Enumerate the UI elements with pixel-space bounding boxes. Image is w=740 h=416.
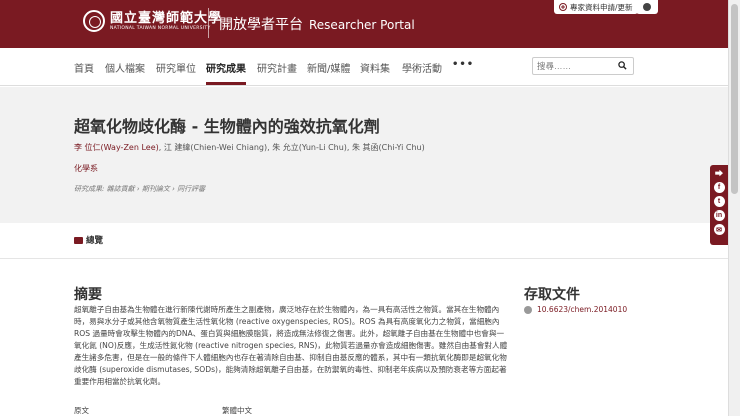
nav-item-research-output[interactable]: 研究成果 [206, 60, 246, 75]
header-divider [208, 8, 209, 38]
more-menu-icon[interactable]: ••• [452, 59, 474, 70]
tab-overview[interactable]: 總覽 [74, 234, 103, 246]
author-list: 李 位仁(Way-Zen Lee), 江 建緯(Chien-Wei Chiang… [74, 142, 425, 153]
facebook-icon[interactable]: f [713, 182, 725, 193]
nav-item-activities[interactable]: 學術活動 [402, 60, 442, 75]
co-authors: , 江 建緯(Chien-Wei Chiang), 朱 允立(Yun-Li Ch… [158, 143, 425, 152]
share-icon[interactable]: ⮕ [714, 168, 725, 179]
university-logo[interactable]: 國立臺灣師範大學 NATIONAL TAIWAN NORMAL UNIVERSI… [83, 10, 222, 32]
doi-link[interactable]: 10.6623/chem.2014010 [524, 305, 627, 314]
search-box [532, 57, 634, 75]
nav-item-home[interactable]: 首頁 [74, 60, 94, 75]
portal-title-en: Researcher Portal [309, 18, 415, 32]
logo-english-name: NATIONAL TAIWAN NORMAL UNIVERSITY [110, 25, 211, 31]
nav-item-projects[interactable]: 研究計畫 [257, 60, 297, 75]
twitter-icon[interactable]: t [713, 196, 725, 207]
department-link[interactable]: 化學系 [74, 163, 98, 174]
site-header: 國立臺灣師範大學 NATIONAL TAIWAN NORMAL UNIVERSI… [0, 0, 728, 48]
abstract-heading: 摘要 [74, 287, 102, 303]
linkedin-icon[interactable]: in [713, 210, 725, 221]
page-scrollbar[interactable] [728, 0, 740, 416]
tab-overview-label: 總覽 [86, 236, 104, 246]
nav-item-press-media[interactable]: 新聞/媒體 [307, 60, 350, 75]
globe-icon [643, 3, 651, 11]
content-tab-bar: 總覽 [0, 223, 728, 259]
output-type: 研究成果: 雜誌貢獻 › 期刊論文 › 同行評審 [74, 185, 206, 193]
nav-item-profiles[interactable]: 個人檔案 [105, 60, 145, 75]
plus-circle-icon [559, 3, 567, 11]
nav-item-research-units[interactable]: 研究單位 [156, 60, 196, 75]
language-label: 原文 [74, 406, 89, 415]
main-nav: 首頁 個人檔案 研究單位 研究成果 研究計畫 新聞/媒體 資料集 學術活動 ••… [0, 48, 728, 86]
publication-header: 超氧化物歧化酶 - 生物體內的強效抗氧化劑 李 位仁(Way-Zen Lee),… [0, 87, 728, 223]
profile-update-label: 專家資料申請/更新 [570, 2, 633, 12]
active-nav-indicator [206, 82, 246, 85]
language-value: 繁體中文 [222, 406, 252, 415]
page-title: 超氧化物歧化酶 - 生物體內的強效抗氧化劑 [74, 117, 380, 136]
abstract-text: 超氧離子自由基為生物體在進行新陳代謝時所產生之副產物，廣泛地存在於生物體內，為一… [74, 305, 508, 386]
logo-chinese-name: 國立臺灣師範大學 [110, 10, 223, 26]
access-heading: 存取文件 [524, 287, 580, 303]
email-icon[interactable]: ✉ [713, 224, 725, 235]
book-icon [74, 236, 83, 244]
doi-text: 10.6623/chem.2014010 [537, 305, 628, 314]
search-input[interactable] [537, 60, 613, 72]
scrollbar-thumb[interactable] [731, 4, 738, 194]
share-sidebar: ⮕ f t in ✉ [710, 165, 728, 245]
lead-author-link[interactable]: 李 位仁(Way-Zen Lee) [74, 143, 159, 152]
portal-title-zh: 開放學者平台 [219, 17, 303, 33]
seal-icon [83, 10, 105, 32]
search-icon[interactable] [618, 61, 627, 70]
doi-icon [524, 305, 532, 314]
profile-update-button[interactable]: 專家資料申請/更新 [554, 0, 638, 14]
nav-item-datasets[interactable]: 資料集 [360, 60, 390, 75]
portal-title[interactable]: 開放學者平台 Researcher Portal [219, 14, 415, 34]
language-button[interactable] [636, 0, 658, 14]
